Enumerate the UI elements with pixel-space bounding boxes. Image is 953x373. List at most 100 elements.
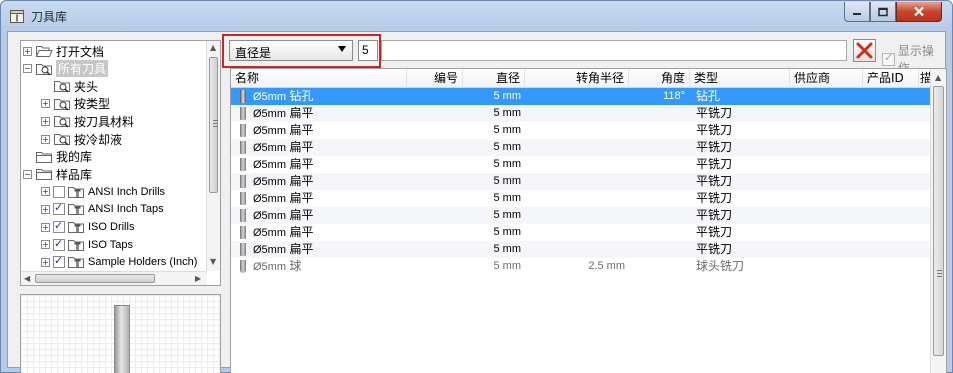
library-checkbox[interactable]: [53, 219, 65, 233]
tree-item[interactable]: + ISO Drills: [41, 218, 134, 236]
tree-item[interactable]: 我的库: [23, 148, 92, 166]
tree-horizontal-scrollbar[interactable]: ◀ ▶: [21, 271, 207, 285]
cell-angle: [631, 122, 685, 139]
cell-corner-radius: [551, 190, 625, 207]
library-checkbox[interactable]: [53, 185, 65, 198]
table-row[interactable]: Ø5mm 钻孔 5 mm 118° 钻孔: [231, 88, 933, 105]
tree-item[interactable]: + 按冷却液: [41, 130, 122, 148]
expand-icon[interactable]: +: [41, 187, 50, 197]
cell-corner-radius: [551, 139, 625, 156]
table-row[interactable]: Ø5mm 扁平 5 mm 平铣刀: [231, 139, 933, 156]
column-header-product-id[interactable]: 产品ID: [863, 69, 919, 88]
table-row[interactable]: Ø5mm 扁平 5 mm 平铣刀: [231, 241, 933, 258]
flat-mill-icon: [240, 124, 246, 137]
table-row[interactable]: Ø5mm 扁平 5 mm 平铣刀: [231, 207, 933, 224]
scroll-down-arrow-icon[interactable]: ▼: [210, 257, 216, 266]
table-scroll-thumb[interactable]: [933, 86, 944, 356]
expand-icon[interactable]: +: [41, 99, 50, 109]
tree-hscroll-thumb[interactable]: [35, 274, 155, 283]
cell-name: Ø5mm 扁平: [253, 207, 413, 224]
cell-name: Ø5mm 扁平: [253, 122, 413, 139]
window-title: 刀具库: [31, 10, 68, 24]
cell-angle: [631, 207, 685, 224]
show-operations-checkbox[interactable]: [882, 51, 895, 66]
expand-icon[interactable]: +: [41, 222, 50, 232]
table-row[interactable]: Ø5mm 扁平 5 mm 平铣刀: [231, 173, 933, 190]
expand-icon[interactable]: +: [41, 116, 50, 126]
flat-mill-icon: [240, 158, 246, 171]
minimize-button[interactable]: [844, 2, 870, 22]
scroll-right-arrow-icon[interactable]: ▶: [195, 274, 201, 283]
cell-name: Ø5mm 扁平: [253, 173, 413, 190]
table-row[interactable]: Ø5mm 扁平 5 mm 平铣刀: [231, 190, 933, 207]
library-icon: [67, 220, 85, 234]
library-tree[interactable]: + 打开文档 − 所有刀具 夹头 + 按类型 + 按刀具材料 + 按冷却液 我的库 − 样品库 + ANSI …: [20, 40, 221, 286]
expand-icon[interactable]: +: [23, 46, 32, 56]
tree-scroll-thumb[interactable]: [209, 57, 218, 193]
cell-angle: [631, 224, 685, 241]
column-header-corner-radius[interactable]: 转角半径: [525, 69, 629, 88]
cell-type: 平铣刀: [696, 123, 733, 137]
column-header-type[interactable]: 类型: [690, 69, 790, 88]
cell-type: 平铣刀: [696, 174, 733, 188]
table-row[interactable]: Ø5mm 扁平 5 mm 平铣刀: [231, 105, 933, 122]
library-checkbox[interactable]: [53, 237, 65, 251]
table-row[interactable]: Ø5mm 扁平 5 mm 平铣刀: [231, 122, 933, 139]
scroll-up-arrow-icon[interactable]: ▲: [935, 73, 941, 82]
tree-item[interactable]: + 打开文档: [23, 42, 104, 60]
cell-name: Ø5mm 球: [253, 258, 413, 275]
expand-icon[interactable]: +: [41, 257, 50, 267]
cell-name-dimension: Ø5mm: [253, 159, 286, 171]
tree-item[interactable]: − 所有刀具: [23, 60, 109, 78]
library-checkbox[interactable]: [53, 201, 65, 216]
clear-filter-button[interactable]: [853, 39, 876, 62]
cell-angle: [631, 173, 685, 190]
tree-item[interactable]: + 按刀具材料: [41, 112, 134, 130]
folder-open-icon: [35, 44, 53, 58]
scroll-up-arrow-icon[interactable]: ▲: [210, 43, 216, 52]
tree-item[interactable]: 夹头: [41, 77, 98, 95]
tool-search-icon: [53, 114, 71, 128]
table-row[interactable]: Ø5mm 球 5 mm 2.5 mm 球头铣刀: [231, 258, 933, 275]
expand-icon: [23, 152, 32, 161]
tree-item[interactable]: − 样品库: [23, 165, 92, 183]
flat-mill-icon: [240, 141, 246, 154]
tool-library-window: 刀具库 + 打开文档 − 所有刀具 夹头 + 按类型 + 按刀具材料 + 按冷却液 我的库 − 样品库 + A…: [0, 0, 953, 373]
column-header-vendor[interactable]: 供应商: [790, 69, 863, 88]
title-bar[interactable]: 刀具库: [1, 1, 952, 31]
column-header-angle[interactable]: 角度: [629, 69, 690, 88]
table-row[interactable]: Ø5mm 扁平 5 mm 平铣刀: [231, 156, 933, 173]
tool-table[interactable]: 名称 编号 直径 转角半径 角度 类型 供应商 产品ID 描 Ø5mm 钻孔 5 …: [230, 68, 947, 373]
filter-field-select[interactable]: 直径是: [229, 40, 353, 61]
library-checkbox[interactable]: [53, 254, 65, 269]
table-row[interactable]: Ø5mm 扁平 5 mm 平铣刀: [231, 224, 933, 241]
cell-name: Ø5mm 扁平: [253, 190, 413, 207]
tree-item-label: 按类型: [74, 97, 111, 112]
column-header-name[interactable]: 名称: [231, 69, 407, 88]
column-header-diameter[interactable]: 直径: [463, 69, 525, 88]
expand-icon[interactable]: +: [41, 204, 50, 214]
search-input[interactable]: [381, 40, 847, 61]
tree-item[interactable]: + ANSI Inch Drills: [41, 183, 165, 201]
expand-icon[interactable]: +: [41, 134, 50, 144]
cell-diameter: 5 mm: [493, 90, 522, 102]
cell-name-text: 扁平: [289, 208, 314, 222]
collapse-icon[interactable]: −: [23, 64, 32, 74]
tool-preview: [20, 294, 221, 373]
tree-item[interactable]: + 按类型: [41, 95, 110, 113]
column-header-number[interactable]: 编号: [407, 69, 463, 88]
filter-value-input[interactable]: 5: [358, 40, 378, 61]
tree-item[interactable]: + Sample Holders (Inch): [41, 253, 197, 271]
collapse-icon[interactable]: −: [23, 169, 32, 179]
cell-type: 球头铣刀: [696, 259, 745, 273]
maximize-button[interactable]: [870, 2, 896, 22]
expand-icon[interactable]: +: [41, 240, 50, 250]
close-window-button[interactable]: [896, 2, 942, 22]
cell-type: 平铣刀: [696, 208, 733, 222]
tree-item[interactable]: + ISO Taps: [41, 236, 133, 254]
scroll-left-arrow-icon[interactable]: ◀: [24, 274, 30, 283]
cell-diameter: 5 mm: [493, 192, 522, 204]
tree-vertical-scrollbar[interactable]: ▲ ▼: [206, 41, 220, 271]
table-vertical-scrollbar[interactable]: ▲: [930, 69, 946, 373]
tree-item[interactable]: + ANSI Inch Taps: [41, 200, 164, 218]
